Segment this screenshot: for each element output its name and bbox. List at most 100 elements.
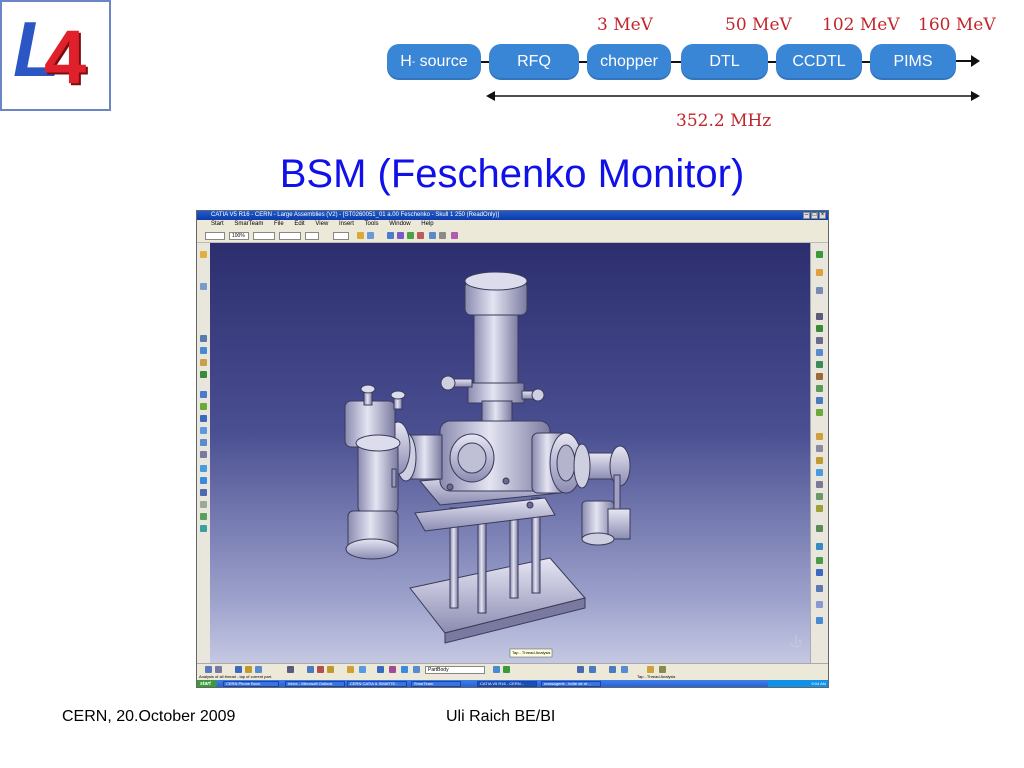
stage-h-source-suffix: source [419,53,468,70]
toolbar-icon [200,371,207,378]
toolbar-icon [816,457,823,464]
toolbar-icon [621,666,628,673]
menu-view: View [315,221,329,227]
stage-dtl: DTL [681,44,768,80]
taskbar-item-active: CATIA V5 R16 - CERN... [477,681,537,687]
menu-smarteam: SmarTeam [234,221,264,227]
toolbar-field-blank [205,232,225,240]
start-button: start [197,680,217,687]
menu-start: Start [211,221,224,227]
toolbar-icon [816,557,823,564]
minimize-icon: – [803,212,810,219]
toolbar-icon [659,666,666,673]
toolbar-icon [816,373,823,380]
menu-tools: Tools [364,221,379,227]
status-message: Analysis of all thread - tap of current … [199,674,273,679]
toolbar-icon [493,666,500,673]
toolbar-icon [413,666,420,673]
toolbar-icon [816,617,823,624]
taskbar-item: CERN Phone Book [223,681,279,687]
toolbar-icon [429,232,436,239]
toolbar-icon [215,666,222,673]
catia-screenshot: CATIA V5 R16 - CERN - Large Assemblies (… [196,210,829,688]
toolbar-icon [439,232,446,239]
stage-h-source: H- source [387,44,481,80]
toolbar-icon [401,666,408,673]
close-icon: × [819,212,826,219]
menu-insert: Insert [338,221,354,227]
toolbar-icon [609,666,616,673]
rf-frequency-label: 352.2 MHz [676,111,772,131]
slide-title: BSM (Feschenko Monitor) [279,152,745,196]
energy-label-ccdtl: 102 MeV [822,15,900,35]
toolbar-icon [816,397,823,404]
catia-toolbar: 100% [197,229,828,243]
right-toolbar [810,243,828,663]
menu-file: File [274,221,284,227]
toolbar-icon [287,666,294,673]
toolbar-icon [200,477,207,484]
toolbar-icon [816,361,823,368]
toolbar-icon [200,513,207,520]
feschenko-monitor-model [344,271,803,658]
toolbar-icon [200,347,207,354]
stage-pims: PIMS [870,44,956,80]
toolbar-icon [647,666,654,673]
energy-label-chopper: 3 MeV [597,15,653,35]
toolbar-icon [200,439,207,446]
stage-h-source-superscript: - [411,56,416,68]
toolbar-icon [816,445,823,452]
toolbar-icon [235,666,242,673]
toolbar-icon [200,251,207,258]
stage-h-source-symbol: H [400,53,412,70]
toolbar-icon [417,232,424,239]
toolbar-icon [200,525,207,532]
toolbar-icon [577,666,584,673]
toolbar-icon [816,543,823,550]
system-tray-clock: 9:04 AM [768,680,828,687]
toolbar-icon [816,313,823,320]
rf-frequency-arrow [486,91,980,101]
taskbar-item: Inbox - Microsoft Outlook [285,681,345,687]
toolbar-icon [407,232,414,239]
maximize-icon: □ [811,212,818,219]
toolbar-icon [317,666,324,673]
toolbar-icon [200,489,207,496]
toolbar-icon [200,427,207,434]
toolbar-icon [200,465,207,472]
catia-title-bar: CATIA V5 R16 - CERN - Large Assemblies (… [197,211,828,220]
toolbar-icon [397,232,404,239]
toolbar-icon [200,391,207,398]
toolbar-icon [816,349,823,356]
toolbar-icon [357,232,364,239]
toolbar-icon [327,666,334,673]
toolbar-icon [816,287,823,294]
toolbar-icon [816,569,823,576]
left-toolbar [197,243,211,663]
toolbar-icon [200,359,207,366]
toolbar-icon [816,481,823,488]
toolbar-icon [816,385,823,392]
toolbar-icon [200,403,207,410]
toolbar-icon [377,666,384,673]
taskbar-item: CERN CATIA & SMARTE... [347,681,407,687]
linac4-logo: L 4 [0,0,111,111]
stage-ccdtl: CCDTL [776,44,862,80]
toolbar-icon [200,501,207,508]
footer-date: CERN, 20.October 2009 [62,708,236,725]
toolbar-icon [200,451,207,458]
catia-menu-bar: Start SmarTeam File Edit View Insert Too… [197,220,828,229]
toolbar-icon [816,409,823,416]
window-buttons: – □ × [803,212,826,219]
toolbar-icon [307,666,314,673]
toolbar-icon [816,337,823,344]
toolbar-icon [367,232,374,239]
toolbar-icon [245,666,252,673]
toolbar-icon [816,525,823,532]
toolbar-icon [387,232,394,239]
tooltip-text: Tap - Thread Analysis [512,650,551,655]
toolbar-icon [816,269,823,276]
toolbar-icon [451,232,458,239]
chain-output-arrow [955,55,980,67]
line-type-field [253,232,275,240]
